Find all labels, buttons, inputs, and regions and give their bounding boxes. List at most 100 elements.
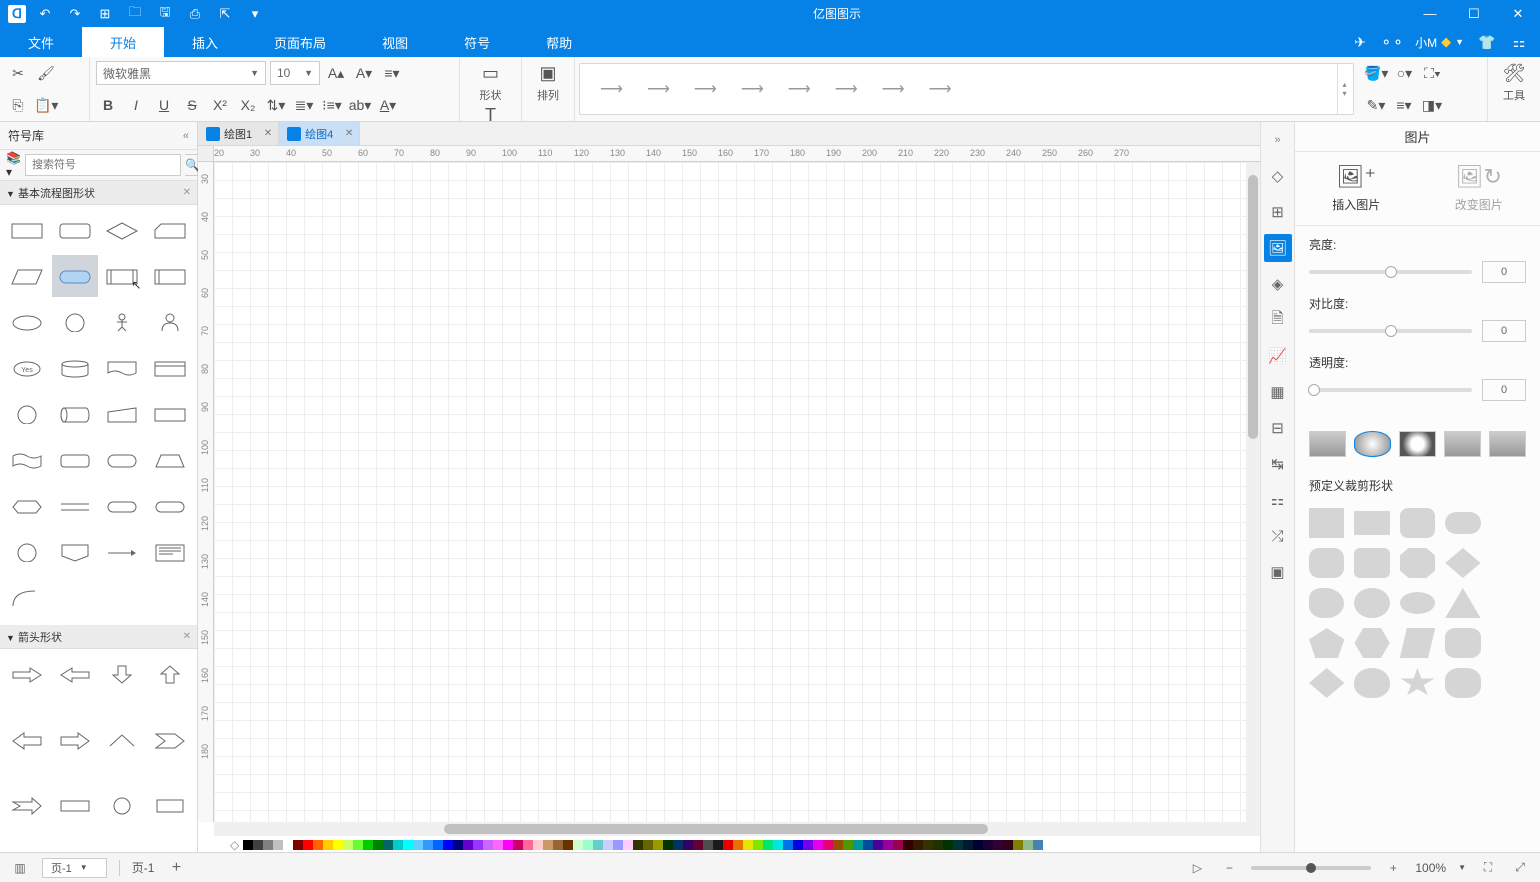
tab-drawing1[interactable]: 绘图1 ✕ [198, 122, 279, 145]
line-spacing-button[interactable]: ⇅▾ [264, 93, 288, 117]
menu-file[interactable]: 文件 [0, 27, 82, 57]
color-swatch[interactable] [1013, 840, 1023, 850]
shape-style-button[interactable]: ○▾ [1392, 61, 1416, 85]
arrow-style-4[interactable]: ⟶ [741, 79, 764, 99]
minimize-button[interactable]: — [1408, 0, 1452, 27]
crop-button[interactable]: ⛶▾ [1420, 61, 1444, 85]
color-swatch[interactable] [353, 840, 363, 850]
crop-capsule[interactable] [1445, 512, 1480, 534]
section-close-button-2[interactable]: ✕ [183, 631, 191, 642]
strip-page-icon[interactable]: 🗎 [1264, 306, 1292, 334]
align-button[interactable]: ≡▾ [380, 61, 404, 85]
superscript-button[interactable]: X² [208, 93, 232, 117]
color-swatch[interactable] [473, 840, 483, 850]
send-icon[interactable]: ✈ [1351, 33, 1369, 51]
color-swatch[interactable] [663, 840, 673, 850]
fullscreen-button[interactable]: ⤢ [1510, 858, 1530, 878]
zoom-slider[interactable] [1251, 866, 1371, 870]
color-swatch[interactable] [383, 840, 393, 850]
color-swatch[interactable] [713, 840, 723, 850]
color-swatch[interactable] [483, 840, 493, 850]
crop-parallelogram[interactable] [1400, 628, 1435, 658]
color-swatch[interactable] [743, 840, 753, 850]
color-swatch[interactable] [953, 840, 963, 850]
shape-capsule[interactable] [147, 485, 193, 527]
shape-circle2[interactable] [4, 393, 50, 435]
shape-rect2[interactable] [147, 393, 193, 435]
strip-table-icon[interactable]: ▦ [1264, 378, 1292, 406]
strikethrough-button[interactable]: S [180, 93, 204, 117]
color-swatch[interactable] [393, 840, 403, 850]
new-button[interactable]: ⊞ [94, 3, 116, 25]
crop-rect[interactable] [1354, 511, 1389, 535]
color-swatch[interactable] [883, 840, 893, 850]
crop-gear[interactable] [1445, 628, 1480, 658]
strip-chart-icon[interactable]: 📈 [1264, 342, 1292, 370]
contrast-value[interactable]: 0 [1482, 320, 1526, 342]
color-swatch[interactable] [553, 840, 563, 850]
line-color-button[interactable]: ✎▾ [1364, 93, 1388, 117]
color-swatch[interactable] [333, 840, 343, 850]
open-button[interactable]: 🗀 [124, 3, 146, 25]
color-swatch[interactable] [773, 840, 783, 850]
shadow-button[interactable]: ◨▾ [1420, 93, 1444, 117]
vertical-scrollbar[interactable] [1246, 162, 1260, 822]
undo-button[interactable]: ↶ [34, 3, 56, 25]
arrow-down[interactable] [100, 653, 146, 695]
color-swatch[interactable] [433, 840, 443, 850]
highlight-button[interactable]: ab▾ [348, 93, 372, 117]
font-size-select[interactable]: 10▼ [270, 61, 320, 85]
section-arrows[interactable]: ▼ 箭头形状 ✕ [0, 625, 197, 649]
chevron-up[interactable] [100, 719, 146, 761]
shape-yes-label[interactable]: Yes [4, 347, 50, 389]
color-swatch[interactable] [1023, 840, 1033, 850]
connector-style-gallery[interactable]: ⟶ ⟶ ⟶ ⟶ ⟶ ⟶ ⟶ ⟶ ▴▾ [579, 63, 1354, 115]
fill-button[interactable]: 🪣▾ [1364, 61, 1388, 85]
color-swatch[interactable] [1033, 840, 1043, 850]
arrow-style-5[interactable]: ⟶ [788, 79, 811, 99]
font-family-select[interactable]: 微软雅黑▼ [96, 61, 266, 85]
crop-triangle[interactable] [1445, 588, 1480, 618]
change-image-button[interactable]: 🖼↻ 改变图片 [1418, 152, 1540, 225]
zoom-out-button[interactable]: − [1219, 858, 1239, 878]
color-swatch[interactable] [973, 840, 983, 850]
color-swatch[interactable] [843, 840, 853, 850]
expand-panel-button[interactable]: » [1264, 126, 1292, 154]
pages-view-icon[interactable]: ▥ [10, 858, 30, 878]
color-swatch[interactable] [343, 840, 353, 850]
menu-view[interactable]: 视图 [354, 27, 436, 57]
arrow-misc2[interactable] [147, 784, 193, 826]
crop-square[interactable] [1309, 508, 1344, 538]
shape-decision[interactable] [100, 209, 146, 251]
color-swatch[interactable] [683, 840, 693, 850]
arrow-style-6[interactable]: ⟶ [835, 79, 858, 99]
color-swatch[interactable] [313, 840, 323, 850]
shape-ellipse[interactable] [4, 301, 50, 343]
shape-hexagon[interactable] [4, 485, 50, 527]
color-swatch[interactable] [453, 840, 463, 850]
strip-present-icon[interactable]: ▣ [1264, 558, 1292, 586]
add-page-button[interactable]: + [166, 858, 186, 878]
underline-button[interactable]: U [152, 93, 176, 117]
crop-pentagon[interactable] [1309, 628, 1344, 658]
strip-shuffle-icon[interactable]: ⤮ [1264, 522, 1292, 550]
shape-arrow-connector[interactable] [100, 531, 146, 573]
color-swatch[interactable] [573, 840, 583, 850]
color-swatch[interactable] [273, 840, 283, 850]
shape-subprocess[interactable] [147, 347, 193, 389]
filter-3[interactable] [1399, 431, 1436, 457]
shape-pill[interactable] [100, 485, 146, 527]
share-icon[interactable]: ⚬⚬ [1383, 33, 1401, 51]
opacity-slider[interactable] [1309, 388, 1472, 392]
strip-layers-icon[interactable]: ◈ [1264, 270, 1292, 298]
increase-font-button[interactable]: A▴ [324, 61, 348, 85]
crop-ellipse[interactable] [1400, 592, 1435, 614]
color-swatch[interactable] [853, 840, 863, 850]
color-swatch[interactable] [833, 840, 843, 850]
theme-icon[interactable]: 👕 [1478, 33, 1496, 51]
crop-cloud[interactable] [1445, 668, 1480, 698]
crop-burst[interactable] [1400, 668, 1435, 698]
filter-1[interactable] [1309, 431, 1346, 457]
color-swatch[interactable] [943, 840, 953, 850]
redo-button[interactable]: ↷ [64, 3, 86, 25]
